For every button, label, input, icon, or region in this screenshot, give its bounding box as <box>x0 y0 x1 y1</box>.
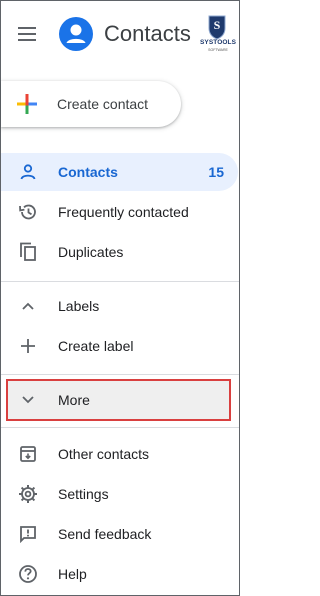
svg-text:S: S <box>214 18 221 32</box>
copy-icon <box>17 241 39 263</box>
sidebar-item-label: Other contacts <box>58 446 150 462</box>
sidebar-item-label: Frequently contacted <box>58 204 189 220</box>
section-divider <box>1 374 239 375</box>
brand-tagline: SOFTWARE <box>208 48 228 52</box>
sidebar-item-other-contacts[interactable]: Other contacts <box>1 435 238 473</box>
more-label: More <box>58 392 90 408</box>
sidebar-item-frequently-contacted[interactable]: Frequently contacted <box>1 193 238 231</box>
contacts-logo-icon[interactable] <box>59 17 93 51</box>
contacts-sidebar: Contacts S SYSTOOLS SOFTWARE Create cont… <box>0 0 240 596</box>
create-contact-button[interactable]: Create contact <box>1 81 181 127</box>
section-divider <box>1 281 239 282</box>
more-toggle[interactable]: More <box>1 381 238 419</box>
labels-section-toggle[interactable]: Labels <box>1 287 238 325</box>
sidebar-item-settings[interactable]: Settings <box>1 475 238 513</box>
gear-icon <box>17 483 39 505</box>
archive-icon <box>17 443 39 465</box>
chevron-down-icon <box>17 389 39 411</box>
app-header: Contacts S SYSTOOLS SOFTWARE <box>1 1 239 65</box>
hamburger-menu-icon[interactable] <box>15 22 39 46</box>
section-divider <box>1 427 239 428</box>
history-icon <box>17 201 39 223</box>
chevron-up-icon <box>17 295 39 317</box>
app-title: Contacts <box>104 21 191 46</box>
sidebar-item-label: Help <box>58 566 87 582</box>
sidebar-item-label: Contacts <box>58 164 118 180</box>
brand-name: SYSTOOLS <box>199 39 237 46</box>
colored-plus-icon <box>15 92 39 116</box>
sidebar-item-help[interactable]: Help <box>1 555 238 593</box>
sidebar-item-label: Send feedback <box>58 526 152 542</box>
contacts-count-badge: 15 <box>208 164 224 180</box>
sidebar-item-label: Settings <box>58 486 109 502</box>
sidebar-item-label: Create label <box>58 338 134 354</box>
sidebar-item-duplicates[interactable]: Duplicates <box>1 233 238 271</box>
person-icon <box>17 161 39 183</box>
sidebar-item-send-feedback[interactable]: Send feedback <box>1 515 238 553</box>
help-icon <box>17 563 39 585</box>
labels-heading: Labels <box>58 298 100 314</box>
create-label-button[interactable]: Create label <box>1 327 238 365</box>
create-contact-label: Create contact <box>57 96 149 112</box>
sidebar-item-label: Duplicates <box>58 244 124 260</box>
sidebar-item-contacts[interactable]: Contacts 15 <box>1 153 238 191</box>
plus-icon <box>17 335 39 357</box>
feedback-icon <box>17 523 39 545</box>
